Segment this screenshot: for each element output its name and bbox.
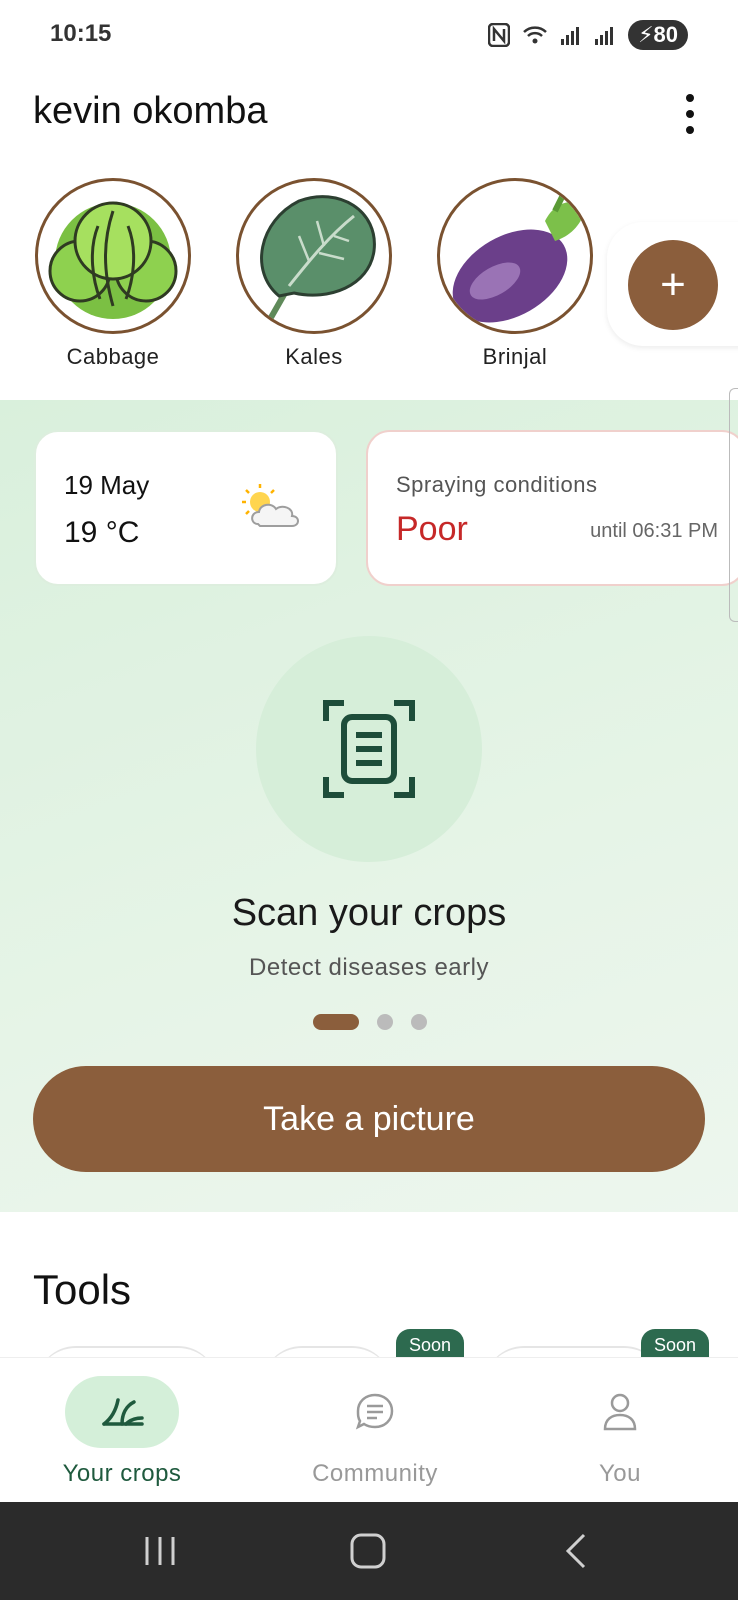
home-icon xyxy=(350,1533,386,1569)
nav-you[interactable]: You xyxy=(560,1358,680,1503)
status-icons: ⚡80 xyxy=(488,20,688,50)
spraying-label: Spraying conditions xyxy=(396,472,598,497)
tools-title: Tools xyxy=(33,1266,132,1313)
battery-bolt-icon: ⚡ xyxy=(638,22,654,47)
add-crop-button[interactable]: + xyxy=(628,240,718,330)
system-navigation-bar xyxy=(0,1502,738,1600)
pager-dot-3[interactable] xyxy=(411,1014,427,1030)
crop-label-kales: Kales xyxy=(285,344,343,369)
sprout-icon xyxy=(102,1398,144,1426)
soon-badge-2: Soon xyxy=(641,1329,710,1359)
home-button[interactable] xyxy=(328,1502,408,1600)
battery-level: 80 xyxy=(653,22,678,47)
crop-item-brinjal[interactable]: Brinjal xyxy=(435,178,595,370)
soon-badge-1: Soon xyxy=(396,1329,465,1359)
crop-label-cabbage: Cabbage xyxy=(66,344,160,369)
nfc-icon xyxy=(488,23,511,47)
pager-dot-2[interactable] xyxy=(377,1014,393,1030)
signal-icon-2 xyxy=(595,27,614,45)
pager-dot-1[interactable] xyxy=(313,1014,359,1030)
back-icon xyxy=(565,1533,586,1569)
nav-community-label: Community xyxy=(312,1460,438,1487)
user-name: kevin okomba xyxy=(33,90,268,132)
weather-date: 19 May xyxy=(64,470,150,500)
spraying-conditions-card[interactable]: Spraying conditions Poor until 06:31 PM xyxy=(366,430,738,586)
take-picture-button[interactable]: Take a picture xyxy=(33,1066,705,1172)
battery-indicator: ⚡80 xyxy=(628,20,688,50)
nav-community-pill xyxy=(318,1376,432,1448)
spraying-until: until 06:31 PM xyxy=(590,520,718,542)
recent-apps-button[interactable] xyxy=(120,1502,200,1600)
spraying-value: Poor xyxy=(396,510,468,548)
weather-temperature: 19 °C xyxy=(64,516,140,549)
status-time: 10:15 xyxy=(50,20,112,47)
kale-icon xyxy=(236,178,392,334)
nav-your-crops[interactable]: Your crops xyxy=(36,1358,208,1503)
status-bar: 10:15 ⚡80 xyxy=(0,0,738,72)
scroll-edge-indicator xyxy=(729,388,738,622)
scan-document-icon xyxy=(323,700,415,798)
crop-item-kales[interactable]: Kales xyxy=(234,178,394,370)
wifi-icon xyxy=(523,26,547,44)
carousel-pager xyxy=(313,1014,427,1030)
person-icon xyxy=(603,1393,637,1431)
scan-title: Scan your crops xyxy=(231,892,507,934)
eggplant-icon xyxy=(437,178,593,334)
recent-apps-icon xyxy=(145,1537,175,1565)
nav-your-crops-pill xyxy=(65,1376,179,1448)
crop-label-brinjal: Brinjal xyxy=(482,344,548,369)
weather-card[interactable]: 19 May 19 °C xyxy=(34,430,338,586)
signal-icon xyxy=(561,27,580,45)
nav-you-label: You xyxy=(599,1460,641,1487)
scan-subtitle: Detect diseases early xyxy=(249,954,489,981)
bottom-navigation: Your crops Community You xyxy=(0,1357,738,1503)
nav-your-crops-label: Your crops xyxy=(62,1460,182,1487)
chat-bubble-icon xyxy=(355,1393,394,1430)
nav-you-pill xyxy=(563,1376,677,1448)
nav-community[interactable]: Community xyxy=(290,1358,460,1503)
scan-illustration xyxy=(256,636,482,862)
partly-cloudy-icon xyxy=(242,484,299,527)
crop-item-cabbage[interactable]: Cabbage xyxy=(33,178,193,370)
back-button[interactable] xyxy=(536,1502,616,1600)
more-options-icon[interactable] xyxy=(672,94,708,134)
cabbage-icon xyxy=(35,178,191,334)
